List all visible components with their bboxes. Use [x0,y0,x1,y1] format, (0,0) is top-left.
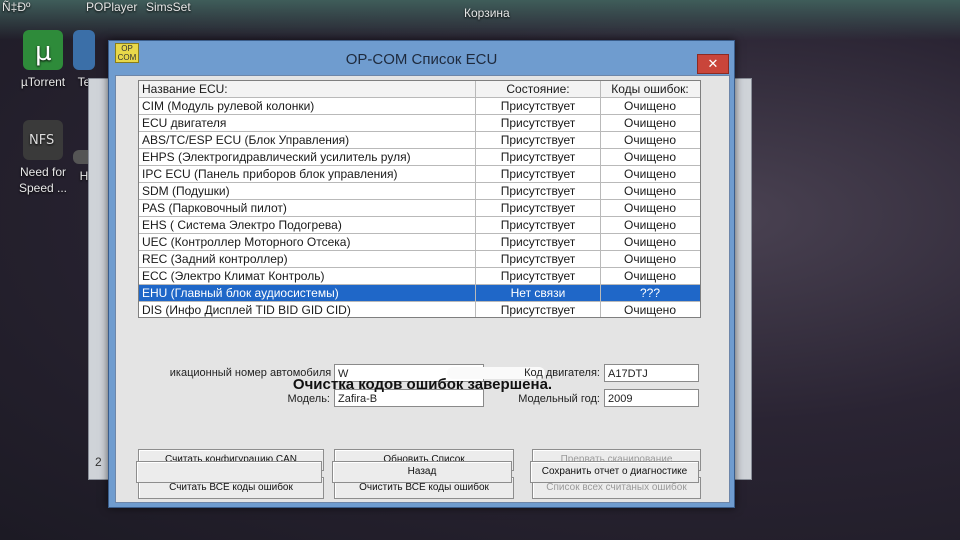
ecu-codes-cell: Очищено [600,98,699,114]
app-icon [73,30,95,70]
ecu-codes-cell: Очищено [600,302,699,317]
ecu-codes-cell: Очищено [600,200,699,216]
close-button[interactable]: ✕ [697,54,729,74]
desktop-icon-nfs[interactable]: NFS Need for Speed ... [8,120,78,196]
empty-button[interactable] [136,461,322,483]
background-window-number: 2 [95,455,102,469]
ecu-codes-cell: Очищено [600,132,699,148]
table-row[interactable]: PAS (Парковочный пилот) Присутствует Очище… [139,200,700,217]
table-row[interactable]: UEC (Контроллер Моторного Отсека) Присутс… [139,234,700,251]
ecu-state-cell: Присутствует [475,234,600,250]
ecu-codes-cell: Очищено [600,115,699,131]
table-row[interactable]: ECU двигателя Присутствует Очищено [139,115,700,132]
ecu-codes-cell: ??? [600,285,699,301]
ecu-state-cell: Присутствует [475,183,600,199]
ecu-name-cell: ECU двигателя [142,116,227,130]
table-row[interactable]: ECC (Электро Климат Контроль) Присутствуе… [139,268,700,285]
column-header-state: Состояние: [475,81,600,97]
ecu-name-cell: ECC (Электро Климат Контроль) [142,269,325,283]
ecu-state-cell: Присутствует [475,200,600,216]
table-row[interactable]: ABS/TC/ESP ECU (Блок Управления) Присутст… [139,132,700,149]
ecu-name-cell: ABS/TC/ESP ECU (Блок Управления) [142,133,350,147]
column-header-codes: Коды ошибок: [600,81,699,97]
ecu-state-cell: Присутствует [475,132,600,148]
ecu-codes-cell: Очищено [600,234,699,250]
ecu-name-cell: SDM (Подушки) [142,184,230,198]
desktop-top-label: Ñ‡Ðº [2,0,31,14]
model-year-label: Модельный год: [518,393,600,405]
svg-text:NFS: NFS [29,133,54,148]
svg-text:µ: µ [35,37,52,67]
ecu-codes-cell: Очищено [600,268,699,284]
table-row[interactable]: EHPS (Электрогидравлический усилитель ру… [139,149,700,166]
nfs-icon: NFS [23,120,63,160]
ecu-state-cell: Нет связи [475,285,600,301]
ecu-codes-cell: Очищено [600,217,699,233]
column-header-name: Название ECU: [142,82,228,96]
status-message: Очистка кодов ошибок завершена. [292,376,553,393]
recycle-bin-label[interactable]: Корзина [464,6,510,20]
ecu-name-cell: EHU (Главный блок аудиосистемы) [142,286,339,300]
ecu-name-cell: DIS (Инфо Дисплей TID BID GID CID) [142,303,351,317]
table-row[interactable]: EHU (Главный блок аудиосистемы) Нет связи… [139,285,700,302]
desktop-icon-utorrent[interactable]: µ µTorrent [8,30,78,90]
dialog-client-area: Название ECU: Состояние: Коды ошибок: CI… [115,75,730,503]
ecu-codes-cell: Очищено [600,149,699,165]
table-row[interactable]: DIS (Инфо Дисплей TID BID GID CID) Присут… [139,302,700,317]
ecu-state-cell: Присутствует [475,166,600,182]
ecu-state-cell: Присутствует [475,149,600,165]
desktop-top-label: POPlayer [86,0,138,14]
ecu-state-cell: Присутствует [475,217,600,233]
desktop-top-label: SimsSet [146,0,191,14]
save-report-button[interactable]: Сохранить отчет о диагностике [530,461,699,483]
ecu-state-cell: Присутствует [475,251,600,267]
utorrent-icon: µ [23,30,63,70]
table-row[interactable]: REC (Задний контроллер) Присутствует Очище… [139,251,700,268]
desktop-icon-label: Need for Speed ... [18,165,68,195]
ecu-name-cell: PAS (Парковочный пилот) [142,201,287,215]
ecu-state-cell: Присутствует [475,302,600,317]
ecu-table[interactable]: Название ECU: Состояние: Коды ошибок: CI… [138,80,701,318]
dialog-title: OP-COM Список ECU [345,51,498,68]
ecu-name-cell: REC (Задний контроллер) [142,252,288,266]
ecu-state-cell: Присутствует [475,98,600,114]
ecu-name-cell: EHPS (Электрогидравлический усилитель ру… [142,150,411,164]
model-label: Модель: [287,393,330,405]
table-header-row: Название ECU: Состояние: Коды ошибок: [139,81,700,98]
table-row[interactable]: CIM (Модуль рулевой колонки) Присутствует… [139,98,700,115]
desktop-icon-label: µTorrent [20,75,66,89]
ecu-state-cell: Присутствует [475,268,600,284]
table-row[interactable]: SDM (Подушки) Присутствует Очищено [139,183,700,200]
table-row[interactable]: EHS ( Система Электро Подогрева) Присутст… [139,217,700,234]
ecu-name-cell: CIM (Модуль рулевой колонки) [142,99,315,113]
ecu-codes-cell: Очищено [600,166,699,182]
ecu-name-cell: IPC ECU (Панель приборов блок управления… [142,167,398,181]
ecu-codes-cell: Очищено [600,251,699,267]
ecu-state-cell: Присутствует [475,115,600,131]
title-bar[interactable]: OP COM OP-COM Список ECU ✕ [109,41,734,75]
table-row[interactable]: IPC ECU (Панель приборов блок управления… [139,166,700,183]
back-button[interactable]: Назад [332,461,512,483]
ecu-name-cell: UEC (Контроллер Моторного Отсека) [142,235,351,249]
ecu-list-dialog: OP COM OP-COM Список ECU ✕ Название ECU:… [108,40,735,508]
ecu-codes-cell: Очищено [600,183,699,199]
ecu-name-cell: EHS ( Система Электро Подогрева) [142,218,342,232]
